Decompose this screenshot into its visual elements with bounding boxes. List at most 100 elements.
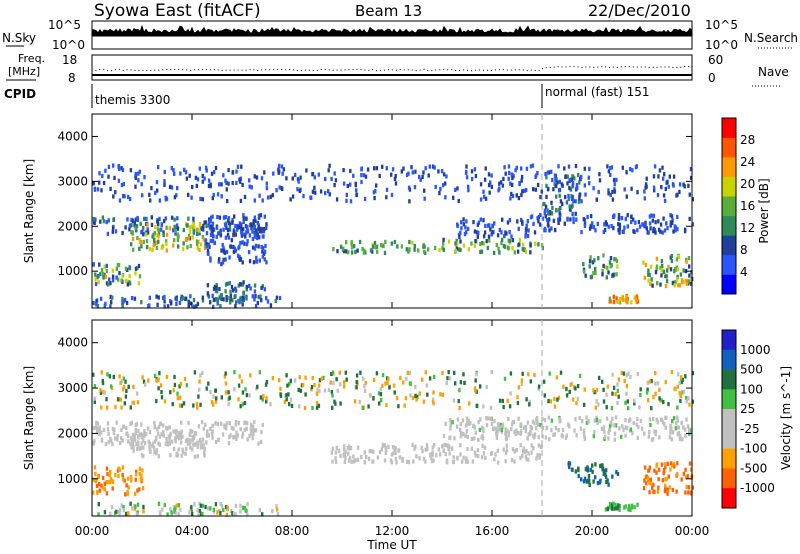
power-cell bbox=[360, 173, 363, 178]
velocity-cell bbox=[608, 427, 612, 432]
power-cell bbox=[532, 221, 535, 226]
velocity-cell bbox=[121, 465, 125, 470]
velocity-cell bbox=[657, 485, 660, 490]
velocity-cell bbox=[304, 392, 307, 397]
velocity-cell bbox=[684, 427, 687, 432]
velocity-cell bbox=[389, 458, 393, 463]
velocity-cell bbox=[676, 471, 679, 477]
velocity-cell bbox=[313, 383, 316, 388]
velocity-cell bbox=[137, 435, 140, 440]
velocity-cell bbox=[101, 378, 104, 384]
date-label: 22/Dec/2010 bbox=[588, 1, 691, 20]
beam-label: Beam 13 bbox=[355, 2, 422, 20]
power-cell bbox=[529, 243, 532, 248]
power-cell bbox=[558, 207, 561, 212]
power-cell bbox=[454, 241, 457, 246]
power-cell bbox=[196, 246, 199, 251]
power-cell bbox=[676, 267, 680, 272]
power-cell bbox=[537, 242, 540, 247]
velocity-cell bbox=[501, 422, 505, 427]
velocity-cell bbox=[391, 444, 395, 450]
power-cell bbox=[484, 223, 487, 228]
velocity-cell bbox=[651, 485, 654, 490]
power-cell bbox=[645, 226, 648, 231]
velocity-cell bbox=[685, 417, 688, 422]
power-cell bbox=[291, 176, 294, 181]
velocity-cell bbox=[648, 430, 651, 435]
velocity-cell bbox=[160, 390, 163, 395]
velocity-cell bbox=[543, 379, 546, 384]
power-cell bbox=[433, 165, 436, 170]
power-cell bbox=[390, 241, 393, 246]
velocity-cell bbox=[655, 470, 658, 475]
velocity-cell bbox=[130, 506, 134, 511]
velocity-cell bbox=[537, 384, 541, 389]
velocity-cell bbox=[561, 427, 565, 433]
power-cell bbox=[254, 243, 258, 248]
velocity-cell bbox=[411, 442, 414, 447]
velocity-cell bbox=[415, 454, 418, 459]
velocity-cell bbox=[142, 504, 145, 509]
velocity-cell bbox=[688, 402, 691, 407]
velocity-cell bbox=[140, 441, 143, 446]
velocity-cell bbox=[141, 433, 144, 438]
velocity-cell bbox=[134, 491, 137, 496]
velocity-cell bbox=[105, 491, 109, 496]
power-cell bbox=[518, 181, 521, 186]
velocity-cell bbox=[554, 426, 558, 431]
power-cell bbox=[413, 247, 416, 252]
power-cell bbox=[390, 172, 393, 177]
velocity-cell bbox=[203, 447, 207, 452]
power-cell bbox=[620, 216, 624, 221]
power-cell bbox=[681, 278, 684, 283]
power-cell bbox=[618, 230, 621, 235]
power-cell bbox=[218, 286, 221, 292]
power-cell bbox=[151, 234, 154, 239]
power-cell bbox=[187, 303, 190, 308]
power-cell bbox=[184, 296, 188, 301]
velocity-panel: 1000200030004000 Slant Range [km] 100050… bbox=[22, 319, 793, 517]
velocity-cell bbox=[142, 445, 145, 450]
velocity-cell bbox=[279, 386, 282, 391]
power-cell bbox=[194, 175, 198, 180]
power-cell bbox=[644, 262, 648, 268]
velocity-cell bbox=[124, 394, 128, 399]
velocity-cell bbox=[476, 448, 479, 453]
power-cell bbox=[454, 187, 457, 192]
power-cell bbox=[465, 169, 468, 174]
velocity-cell bbox=[674, 426, 677, 431]
power-cell bbox=[488, 238, 491, 243]
sky-label: N.Sky bbox=[2, 31, 36, 45]
velocity-cell bbox=[536, 453, 539, 458]
power-cell bbox=[128, 266, 132, 271]
velocity-cell bbox=[606, 478, 609, 483]
power-cell bbox=[253, 283, 257, 288]
velocity-cell bbox=[442, 433, 446, 439]
power-cell bbox=[584, 192, 587, 197]
velocity-cell bbox=[114, 404, 117, 409]
velocity-cell bbox=[401, 456, 404, 461]
velocity-cell bbox=[453, 370, 456, 375]
power-cell bbox=[656, 193, 660, 198]
sky-tick-top: 10^5 bbox=[48, 18, 81, 32]
velocity-cell bbox=[679, 434, 682, 439]
velocity-cell bbox=[589, 467, 592, 472]
power-cell bbox=[590, 214, 593, 219]
velocity-cell bbox=[543, 418, 547, 423]
power-cell bbox=[527, 228, 530, 233]
power-cell bbox=[143, 175, 146, 180]
velocity-cell bbox=[422, 399, 426, 404]
power-cell bbox=[612, 177, 616, 182]
velocity-cell bbox=[171, 439, 174, 444]
velocity-cell bbox=[537, 435, 540, 440]
power-colorbar-tick: 20 bbox=[740, 177, 755, 191]
velocity-cell bbox=[474, 430, 477, 435]
power-cell bbox=[567, 164, 571, 169]
power-cell bbox=[685, 281, 689, 286]
power-cell bbox=[261, 198, 264, 203]
power-cell bbox=[350, 250, 354, 255]
velocity-cell bbox=[598, 480, 602, 485]
velocity-cell bbox=[123, 401, 126, 406]
velocity-cell bbox=[235, 420, 238, 425]
power-cell bbox=[187, 236, 190, 241]
